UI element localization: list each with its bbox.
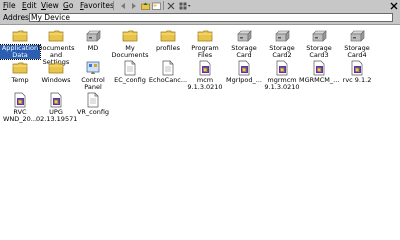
- drive-icon: [236, 28, 252, 44]
- drive-icon: [311, 28, 327, 44]
- file-item[interactable]: UPG 02.13.19571: [36, 92, 78, 123]
- file-item-label: Storage Card4: [344, 44, 370, 59]
- control-panel-icon: [85, 60, 101, 76]
- file-item[interactable]: Storage Card3: [299, 28, 339, 59]
- installer-icon: [274, 60, 290, 76]
- folder-icon: [12, 28, 28, 44]
- folder-icon: [48, 28, 64, 44]
- document-icon: [85, 92, 101, 108]
- file-item[interactable]: RVC WND_20...: [0, 92, 40, 123]
- address-bar: Address My Device: [0, 12, 400, 25]
- folder-icon: [122, 28, 138, 44]
- views-button[interactable]: [178, 1, 191, 11]
- file-item[interactable]: EchoCanc...: [148, 60, 188, 84]
- file-item-label: Control Panel: [81, 76, 105, 91]
- folder-icon: [197, 28, 213, 44]
- file-list: Application Data Documents and Settings MD…: [0, 25, 400, 240]
- file-item-label: mcm 9.1.3.0210: [187, 76, 223, 91]
- menu-go[interactable]: Go: [63, 1, 73, 11]
- forward-button[interactable]: [129, 1, 139, 11]
- file-item-label: MGRMCM_...: [299, 76, 340, 84]
- folder-icon: [160, 28, 176, 44]
- folder-icon: [48, 60, 64, 76]
- file-item-label: profiles: [156, 44, 180, 52]
- file-item[interactable]: Control Panel: [73, 60, 113, 91]
- folder-icon: [12, 60, 28, 76]
- file-item[interactable]: Application Data: [0, 28, 41, 60]
- file-item-label: MgrIpod_...: [225, 76, 262, 84]
- toolbar-separator: [113, 1, 114, 10]
- file-item[interactable]: My Documents: [110, 28, 150, 59]
- views-icon: [179, 2, 190, 10]
- up-button[interactable]: [140, 1, 150, 11]
- file-item[interactable]: Storage Card4: [337, 28, 377, 59]
- drive-icon: [85, 28, 101, 44]
- file-item[interactable]: Windows: [36, 60, 76, 84]
- file-item[interactable]: MD: [73, 28, 113, 52]
- file-item-label: Storage Card2: [269, 44, 295, 59]
- file-item-label: Windows: [41, 76, 71, 84]
- file-item-label: rvc 9.1.2: [342, 76, 372, 84]
- file-item-label: Application Data: [0, 44, 41, 60]
- up-folder-icon: [140, 2, 150, 10]
- file-item[interactable]: Temp: [0, 60, 40, 84]
- file-item-label: RVC WND_20...: [2, 108, 37, 123]
- file-item[interactable]: mgrmcm 9.1.3.0210: [262, 60, 302, 91]
- toolbar: [118, 1, 218, 11]
- document-icon: [160, 60, 176, 76]
- menu-view[interactable]: View: [41, 1, 59, 11]
- close-button[interactable]: [389, 1, 398, 10]
- file-item[interactable]: EC_config: [110, 60, 150, 84]
- forward-arrow-icon: [132, 3, 136, 9]
- menu-favorites[interactable]: Favorites: [80, 1, 114, 11]
- drive-icon: [274, 28, 290, 44]
- file-item-label: MD: [87, 44, 99, 52]
- document-icon: [122, 60, 138, 76]
- back-arrow-icon: [121, 3, 125, 9]
- delete-icon: [167, 2, 175, 10]
- folders-button[interactable]: [151, 1, 161, 11]
- file-item[interactable]: Storage Card2: [262, 28, 302, 59]
- installer-icon: [12, 92, 28, 108]
- file-item[interactable]: profiles: [148, 28, 188, 52]
- installer-icon: [197, 60, 213, 76]
- installer-icon: [236, 60, 252, 76]
- file-item-label: Storage Card: [231, 44, 257, 59]
- toolbar-separator: [163, 1, 164, 10]
- menu-edit[interactable]: Edit: [22, 1, 37, 11]
- close-icon: [390, 2, 397, 9]
- file-item-label: EchoCanc...: [148, 76, 188, 84]
- file-item-label: mgrmcm 9.1.3.0210: [264, 76, 300, 91]
- file-item-label: Storage Card3: [306, 44, 332, 59]
- installer-icon: [311, 60, 327, 76]
- file-item[interactable]: mcm 9.1.3.0210: [185, 60, 225, 91]
- menu-file[interactable]: File: [3, 1, 16, 11]
- file-item[interactable]: MGRMCM_...: [299, 60, 339, 84]
- drive-icon: [349, 28, 365, 44]
- file-item-label: Program Files: [191, 44, 219, 59]
- file-item[interactable]: MgrIpod_...: [224, 60, 264, 84]
- file-item[interactable]: Program Files: [185, 28, 225, 59]
- file-item[interactable]: rvc 9.1.2: [337, 60, 377, 84]
- file-item[interactable]: Storage Card: [224, 28, 264, 59]
- file-item-label: UPG 02.13.19571: [36, 108, 78, 123]
- file-item-label: My Documents: [111, 44, 149, 59]
- installer-icon: [349, 60, 365, 76]
- back-button[interactable]: [118, 1, 128, 11]
- file-item-label: VR_config: [76, 108, 110, 116]
- file-item-label: Temp: [11, 76, 29, 84]
- address-input[interactable]: My Device: [29, 13, 393, 22]
- installer-icon: [48, 92, 64, 108]
- delete-button[interactable]: [166, 1, 176, 11]
- file-item[interactable]: VR_config: [73, 92, 113, 116]
- folders-icon: [151, 2, 161, 10]
- file-item-label: EC_config: [114, 76, 146, 84]
